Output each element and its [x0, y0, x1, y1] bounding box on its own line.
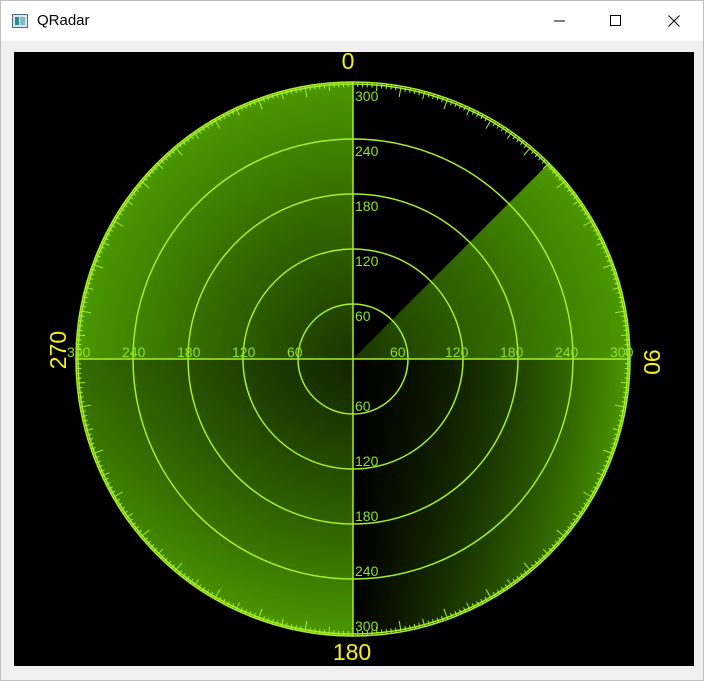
title-bar: QRadar: [1, 1, 703, 41]
ring-label-n-60: 60: [355, 308, 371, 324]
degree-tick-174: [380, 629, 383, 635]
ring-label-s-300: 300: [355, 618, 379, 634]
degree-tick-9: [395, 85, 397, 91]
sweep-fade-se: [353, 359, 630, 636]
degree-tick-275: [77, 334, 86, 337]
degree-tick-265: [77, 381, 86, 384]
degree-tick-276: [77, 329, 83, 332]
ring-label-s-240: 240: [355, 563, 379, 579]
ring-label-w-120: 120: [232, 344, 256, 360]
ring-label-w-240: 240: [122, 344, 146, 360]
degree-tick-84: [623, 329, 629, 332]
degree-tick-185: [328, 626, 331, 635]
degree-tick-40: [523, 146, 532, 156]
bearing-label-south: 180: [333, 639, 371, 665]
degree-tick-353: [318, 83, 321, 90]
window-title: QRadar: [37, 12, 90, 29]
radar-display: 60 120 180 240 300 60 120 180 240 300 60…: [45, 52, 665, 665]
degree-tick-96: [623, 386, 629, 389]
degree-tick-355: [328, 83, 331, 92]
ring-label-e-60: 60: [390, 344, 406, 360]
ring-label-n-240: 240: [355, 143, 379, 159]
ring-label-e-180: 180: [500, 344, 524, 360]
degree-tick-11: [404, 86, 407, 93]
bearing-label-west: 270: [45, 331, 71, 369]
close-icon: [668, 15, 680, 27]
degree-tick-354: [323, 83, 326, 89]
app-window: QRadar 60 120 180 240 300 60 120 180 240…: [0, 0, 704, 681]
degree-tick-262: [78, 396, 84, 399]
degree-tick-12: [409, 87, 412, 94]
ring-label-e-300: 300: [610, 344, 634, 360]
degree-tick-95: [620, 381, 629, 384]
sweep-fade-sw: [76, 359, 353, 636]
degree-tick-7: [385, 83, 388, 90]
bearing-label-east: 90: [639, 349, 665, 375]
bearing-label-north: 0: [342, 52, 355, 74]
degree-tick-83: [622, 324, 629, 327]
ring-label-e-240: 240: [555, 344, 579, 360]
degree-tick-186: [323, 629, 326, 635]
ring-label-w-60: 60: [287, 344, 303, 360]
minimize-button[interactable]: [532, 1, 588, 41]
degree-tick-6: [380, 83, 383, 89]
close-button[interactable]: [646, 1, 702, 41]
degree-tick-8: [390, 84, 393, 90]
degree-tick-263: [77, 391, 84, 394]
ring-label-n-120: 120: [355, 253, 379, 269]
degree-tick-85: [620, 334, 629, 337]
app-icon: [12, 14, 28, 28]
degree-tick-173: [385, 628, 388, 635]
degree-tick-13: [413, 88, 416, 95]
ring-label-s-120: 120: [355, 453, 379, 469]
degree-tick-16: [427, 92, 430, 98]
degree-tick-17: [432, 93, 435, 100]
degree-tick-264: [77, 386, 83, 389]
ring-label-n-180: 180: [355, 198, 379, 214]
ring-label-n-300: 300: [355, 88, 379, 104]
ring-label-s-180: 180: [355, 508, 379, 524]
degree-tick-82: [622, 319, 628, 322]
degree-tick-188: [313, 628, 316, 634]
degree-tick-172: [390, 628, 393, 634]
maximize-button[interactable]: [588, 1, 644, 41]
degree-tick-187: [318, 628, 321, 635]
degree-tick-14: [418, 90, 421, 96]
ring-label-w-180: 180: [177, 344, 201, 360]
ring-label-e-120: 120: [445, 344, 469, 360]
degree-tick-277: [77, 324, 84, 327]
minimize-icon: [554, 20, 565, 22]
degree-tick-278: [78, 319, 84, 322]
degree-tick-352: [313, 84, 316, 90]
ring-label-s-60: 60: [355, 398, 371, 414]
maximize-icon: [610, 15, 621, 26]
radar-canvas: 60 120 180 240 300 60 120 180 240 300 60…: [14, 52, 694, 666]
degree-tick-98: [622, 396, 628, 399]
degree-tick-97: [622, 391, 629, 394]
